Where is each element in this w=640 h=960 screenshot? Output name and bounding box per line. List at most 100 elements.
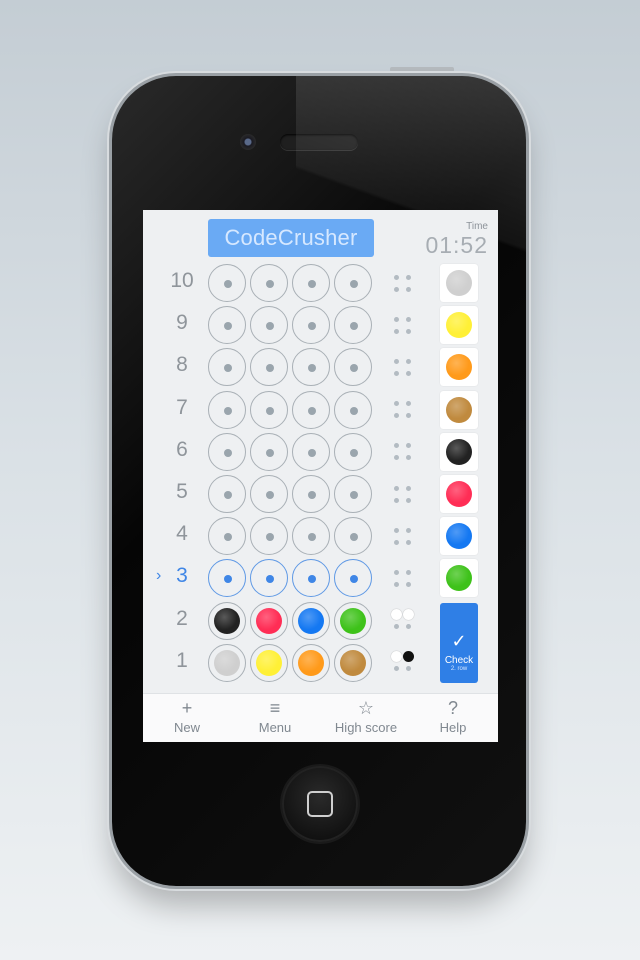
peg-center-dot (308, 322, 316, 331)
tab-menu[interactable]: ≡ Menu (231, 694, 319, 742)
peg-slot-empty[interactable] (250, 559, 288, 598)
feedback-empty (393, 443, 399, 449)
peg-center-dot (266, 533, 274, 542)
black-peg (214, 607, 240, 634)
peg-slot-empty (250, 432, 288, 471)
silver-ball (446, 270, 472, 296)
feedback-empty (405, 328, 411, 334)
palette-red[interactable] (440, 475, 478, 513)
palette-brown[interactable] (440, 390, 478, 429)
peg-center-dot (266, 280, 274, 288)
peg-center-dot (308, 280, 316, 288)
peg-slot-yellow (250, 643, 288, 682)
camera-icon (240, 134, 256, 150)
feedback-empty (405, 581, 411, 587)
app-screen: CodeCrusher Time 01:52 10 9 8 7 6 5 4 › 3 2 1 ✓ Ch… (143, 210, 498, 742)
feedback-pegs (390, 355, 414, 379)
palette-blue[interactable] (440, 517, 478, 556)
peg-slot-empty (292, 348, 330, 387)
peg-center-dot (266, 322, 274, 331)
peg-slot-empty (208, 390, 246, 429)
feedback-white (390, 651, 402, 663)
feedback-empty (393, 401, 399, 407)
peg-slot-empty[interactable] (292, 559, 330, 598)
peg-center-dot (350, 575, 358, 584)
peg-center-dot (350, 491, 358, 499)
peg-center-dot (308, 406, 316, 415)
peg-center-dot (224, 448, 232, 457)
peg-slot-empty (208, 475, 246, 513)
row-number: 6 (176, 437, 188, 461)
feedback-pegs (390, 440, 414, 464)
yellow-ball (446, 312, 472, 339)
peg-center-dot (266, 448, 274, 457)
peg-center-dot (350, 406, 358, 415)
red-peg (256, 607, 282, 634)
peg-slot-empty (334, 390, 372, 429)
green-ball (446, 565, 472, 592)
peg-slot-green (334, 601, 372, 640)
yellow-peg (256, 649, 282, 676)
tab-help[interactable]: ? Help (409, 694, 497, 742)
peg-center-dot (224, 322, 232, 331)
feedback-empty (405, 569, 411, 575)
peg-slot-empty (334, 306, 372, 345)
row-number: 5 (176, 480, 188, 503)
tab-new[interactable]: + New (143, 694, 231, 742)
peg-slot-empty (208, 517, 246, 556)
feedback-empty (393, 316, 399, 322)
peg-center-dot (224, 406, 232, 415)
feedback-empty (405, 370, 411, 376)
peg-center-dot (224, 364, 232, 373)
orange-ball (446, 354, 472, 381)
brown-ball (446, 396, 472, 423)
tab-high-score[interactable]: ☆ High score (322, 694, 410, 742)
blue-ball (446, 523, 472, 550)
green-peg (340, 607, 366, 634)
peg-slot-empty (208, 432, 246, 471)
palette-yellow[interactable] (440, 306, 478, 345)
feedback-white (402, 609, 414, 621)
peg-center-dot (350, 280, 358, 288)
feedback-empty (393, 455, 399, 461)
peg-slot-empty (334, 264, 372, 302)
palette-silver[interactable] (440, 264, 478, 302)
peg-center-dot (224, 280, 232, 288)
check-button[interactable]: ✓ Check 2. row (440, 603, 478, 683)
peg-center-dot (308, 575, 316, 584)
palette-orange[interactable] (440, 348, 478, 387)
peg-slot-empty (250, 517, 288, 556)
silver-peg (214, 649, 240, 676)
feedback-pegs (390, 651, 414, 675)
row-number: 3 (176, 564, 188, 588)
sleep-button (390, 67, 454, 72)
app-title-button[interactable]: CodeCrusher (208, 219, 374, 257)
peg-slot-empty (292, 264, 330, 302)
peg-slot-empty[interactable] (208, 559, 246, 598)
feedback-empty (393, 274, 399, 280)
feedback-empty (393, 413, 399, 419)
black-ball (446, 438, 472, 465)
tab-label: Help (439, 720, 467, 735)
check-label: Check (444, 655, 474, 666)
palette-black[interactable] (440, 432, 478, 471)
feedback-pegs (390, 271, 414, 295)
peg-slot-black (208, 601, 246, 640)
feedback-empty (405, 666, 411, 672)
peg-center-dot (224, 575, 232, 584)
feedback-empty (393, 370, 399, 376)
peg-slot-empty (292, 390, 330, 429)
row-number: 2 (176, 606, 188, 630)
feedback-pegs (390, 313, 414, 337)
peg-slot-empty (250, 306, 288, 345)
feedback-empty (393, 485, 399, 491)
peg-slot-empty (250, 264, 288, 302)
star-icon: ☆ (357, 698, 375, 718)
peg-slot-empty[interactable] (334, 559, 372, 598)
home-button[interactable] (282, 766, 358, 842)
feedback-empty (405, 401, 411, 407)
palette-green[interactable] (440, 559, 478, 598)
feedback-empty (405, 485, 411, 491)
peg-center-dot (266, 406, 274, 415)
peg-slot-empty (250, 348, 288, 387)
